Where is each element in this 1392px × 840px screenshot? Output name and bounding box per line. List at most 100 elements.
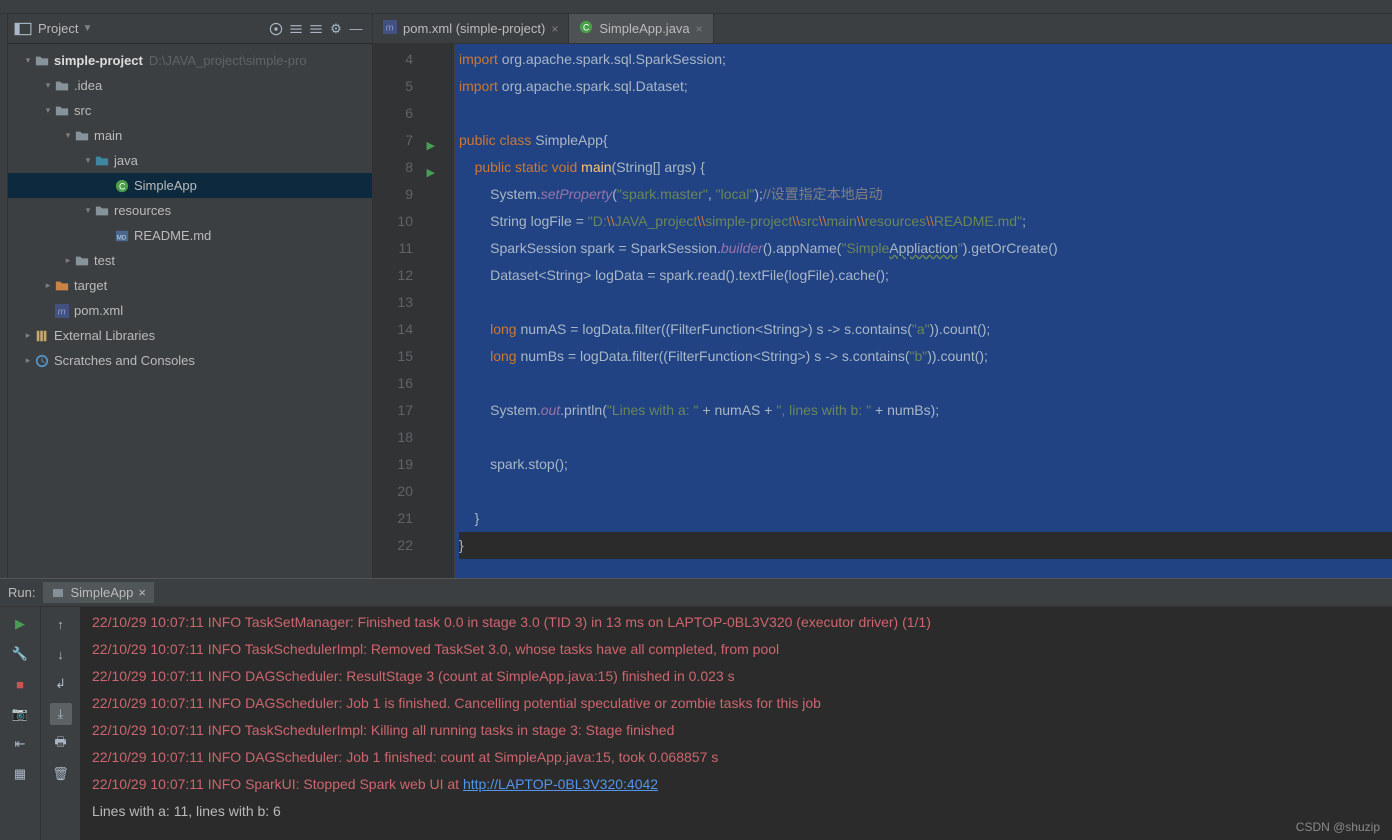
folder-icon <box>74 128 90 144</box>
console-line[interactable]: 22/10/29 10:07:11 INFO SparkUI: Stopped … <box>92 771 1380 798</box>
stop-icon[interactable]: ■ <box>9 673 31 695</box>
code-line[interactable]: String logFile = "D:\\JAVA_project\\simp… <box>459 208 1392 235</box>
trash-icon[interactable]: 🗑 <box>50 763 72 785</box>
line-number[interactable]: 10 <box>373 208 441 235</box>
line-number[interactable]: 4 <box>373 46 441 73</box>
line-number[interactable]: 17 <box>373 397 441 424</box>
editor-tabs: mpom.xml (simple-project)×CSimpleApp.jav… <box>373 14 1392 44</box>
line-number[interactable]: 19 <box>373 451 441 478</box>
tree-scratches[interactable]: ▸Scratches and Consoles <box>8 348 372 373</box>
print-icon[interactable]: 🖶 <box>50 733 72 755</box>
code-line[interactable]: System.out.println("Lines with a: " + nu… <box>459 397 1392 424</box>
code-line[interactable]: SparkSession spark = SparkSession.builde… <box>459 235 1392 262</box>
code-line[interactable]: } <box>459 505 1392 532</box>
console-line[interactable]: 22/10/29 10:07:11 INFO DAGScheduler: Res… <box>92 663 1380 690</box>
code-line[interactable]: public class SimpleApp{ <box>459 127 1392 154</box>
line-number[interactable]: 13 <box>373 289 441 316</box>
editor-tab[interactable]: mpom.xml (simple-project)× <box>373 14 569 43</box>
tree-item[interactable]: MDREADME.md <box>8 223 372 248</box>
line-number[interactable]: 18 <box>373 424 441 451</box>
settings-icon[interactable]: ⚙ <box>327 20 345 38</box>
rerun-icon[interactable]: ▶ <box>9 613 31 635</box>
tree-item[interactable]: ▾src <box>8 98 372 123</box>
locate-icon[interactable] <box>267 20 285 38</box>
console-line[interactable]: 22/10/29 10:07:11 INFO TaskSchedulerImpl… <box>92 636 1380 663</box>
line-number[interactable]: 8▶ <box>373 154 441 181</box>
close-icon[interactable]: × <box>551 22 558 36</box>
fold-column[interactable] <box>441 44 455 578</box>
tool-strip-left[interactable] <box>0 14 8 578</box>
code-line[interactable]: public static void main(String[] args) { <box>459 154 1392 181</box>
code-line[interactable]: import org.apache.spark.sql.SparkSession… <box>459 46 1392 73</box>
line-number[interactable]: 11 <box>373 235 441 262</box>
code-line[interactable]: System.setProperty("spark.master", "loca… <box>459 181 1392 208</box>
hide-icon[interactable]: — <box>347 20 365 38</box>
collapse-all-icon[interactable] <box>307 20 325 38</box>
editor-tab[interactable]: CSimpleApp.java× <box>569 14 713 43</box>
tree-external-libs[interactable]: ▸External Libraries <box>8 323 372 348</box>
tree-item[interactable]: ▸target <box>8 273 372 298</box>
console-output[interactable]: 22/10/29 10:07:11 INFO TaskSetManager: F… <box>80 607 1392 840</box>
line-number[interactable]: 21 <box>373 505 441 532</box>
line-number[interactable]: 12 <box>373 262 441 289</box>
code-line[interactable] <box>459 289 1392 316</box>
line-gutter[interactable]: 4567▶8▶910111213141516171819202122 <box>373 44 441 578</box>
console-line[interactable]: 22/10/29 10:07:11 INFO DAGScheduler: Job… <box>92 744 1380 771</box>
console-line[interactable]: Lines with a: 11, lines with b: 6 <box>92 798 1380 825</box>
soft-wrap-icon[interactable]: ↲ <box>50 673 72 695</box>
line-number[interactable]: 22 <box>373 532 441 559</box>
code-line[interactable]: spark.stop(); <box>459 451 1392 478</box>
line-number[interactable]: 16 <box>373 370 441 397</box>
exit-icon[interactable]: ⇤ <box>9 733 31 755</box>
code-line[interactable]: long numBs = logData.filter((FilterFunct… <box>459 343 1392 370</box>
code-line[interactable] <box>459 370 1392 397</box>
folder-o-icon <box>54 278 70 294</box>
console-line[interactable]: 22/10/29 10:07:11 INFO DAGScheduler: Job… <box>92 690 1380 717</box>
code-line[interactable] <box>459 424 1392 451</box>
run-tab[interactable]: SimpleApp × <box>43 582 153 603</box>
line-number[interactable]: 6 <box>373 100 441 127</box>
tree-item[interactable]: ▾resources <box>8 198 372 223</box>
project-tree[interactable]: ▾simple-projectD:\JAVA_project\simple-pr… <box>8 44 372 578</box>
project-dropdown-icon[interactable]: ▼ <box>82 23 92 34</box>
folder-icon <box>54 78 70 94</box>
expand-all-icon[interactable] <box>287 20 305 38</box>
main-area: Project ▼ ⚙ — ▾simple-projectD:\JAVA_pro… <box>0 14 1392 578</box>
tree-item[interactable]: ▾java <box>8 148 372 173</box>
project-title: Project <box>38 21 78 36</box>
down-icon[interactable]: ↓ <box>50 643 72 665</box>
console-line[interactable]: 22/10/29 10:07:11 INFO TaskSchedulerImpl… <box>92 717 1380 744</box>
tree-item[interactable]: ▾main <box>8 123 372 148</box>
folder-icon <box>94 203 110 219</box>
line-number[interactable]: 15 <box>373 343 441 370</box>
close-icon[interactable]: × <box>696 22 703 36</box>
layout-icon[interactable]: ▦ <box>9 763 31 785</box>
console-line[interactable]: 22/10/29 10:07:11 INFO TaskSetManager: F… <box>92 609 1380 636</box>
up-icon[interactable]: ↑ <box>50 613 72 635</box>
tree-item[interactable]: ▸test <box>8 248 372 273</box>
close-icon[interactable]: × <box>138 585 146 600</box>
tree-root[interactable]: ▾simple-projectD:\JAVA_project\simple-pr… <box>8 48 372 73</box>
line-number[interactable]: 5 <box>373 73 441 100</box>
tree-item[interactable]: CSimpleApp <box>8 173 372 198</box>
code-line[interactable]: Dataset<String> logData = spark.read().t… <box>459 262 1392 289</box>
folder-icon <box>74 253 90 269</box>
svg-text:C: C <box>119 181 125 191</box>
line-number[interactable]: 9 <box>373 181 441 208</box>
scroll-to-end-icon[interactable]: ⤓ <box>50 703 72 725</box>
code-line[interactable] <box>459 100 1392 127</box>
line-number[interactable]: 7▶ <box>373 127 441 154</box>
code-line[interactable] <box>459 478 1392 505</box>
tree-item[interactable]: mpom.xml <box>8 298 372 323</box>
c-icon: C <box>579 20 593 37</box>
wrench-icon[interactable]: 🔧 <box>9 643 31 665</box>
code-editor[interactable]: import org.apache.spark.sql.SparkSession… <box>455 44 1392 578</box>
tree-item[interactable]: ▾.idea <box>8 73 372 98</box>
camera-icon[interactable]: 📷 <box>9 703 31 725</box>
line-number[interactable]: 20 <box>373 478 441 505</box>
md-icon: MD <box>114 228 130 244</box>
code-line[interactable]: long numAS = logData.filter((FilterFunct… <box>459 316 1392 343</box>
code-line[interactable]: } <box>459 532 1392 559</box>
line-number[interactable]: 14 <box>373 316 441 343</box>
code-line[interactable]: import org.apache.spark.sql.Dataset; <box>459 73 1392 100</box>
